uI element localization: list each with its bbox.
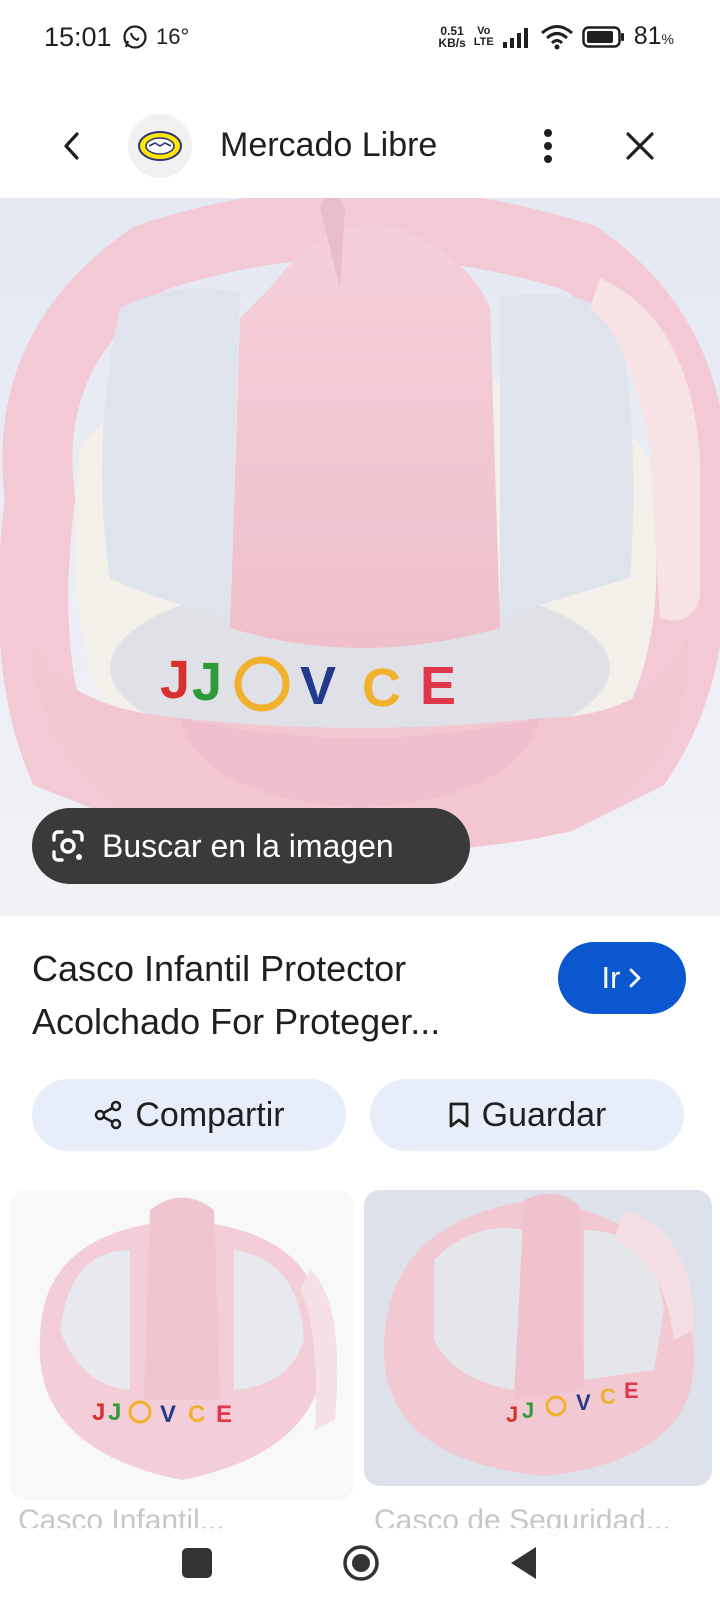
net-speed: 0.51 KB/s [438, 23, 466, 50]
svg-text:C: C [362, 658, 401, 718]
go-button[interactable]: Ir [558, 942, 686, 1014]
temperature: 16° [156, 24, 190, 49]
svg-text:V: V [576, 1390, 591, 1415]
svg-text:E: E [420, 656, 456, 716]
svg-text:J: J [160, 650, 190, 710]
bookmark-icon [449, 1102, 469, 1128]
whatsapp-icon [123, 25, 147, 49]
home-button[interactable] [342, 1544, 380, 1582]
svg-text:E: E [624, 1378, 639, 1403]
go-label: Ir [601, 960, 621, 995]
back-button[interactable] [50, 124, 94, 168]
site-title: Mercado Libre [220, 126, 438, 164]
handshake-logo-icon [138, 131, 182, 161]
signal-icon [502, 27, 528, 48]
svg-text:V: V [300, 656, 336, 716]
status-time: 15:01 [44, 22, 112, 52]
svg-text:V: V [160, 1401, 176, 1428]
header: Mercado Libre [0, 96, 720, 196]
more-vert-icon [544, 129, 552, 163]
chevron-right-icon [630, 968, 641, 988]
save-label: Guardar [481, 1095, 607, 1134]
volte-icon: Vo LTE [473, 24, 494, 48]
related-helmet-image: J J V C E [10, 1190, 354, 1500]
close-button[interactable] [616, 122, 664, 170]
search-in-image-button[interactable]: Buscar en la imagen [32, 808, 470, 884]
battery-percent: 81% [633, 22, 674, 50]
chevron-left-icon [64, 132, 79, 160]
svg-text:J: J [192, 652, 222, 712]
share-label: Compartir [135, 1095, 285, 1134]
recents-button[interactable] [182, 1548, 212, 1578]
google-lens-icon [52, 830, 84, 862]
svg-text:J: J [506, 1402, 518, 1427]
svg-text:C: C [188, 1401, 205, 1428]
battery-icon [581, 25, 624, 48]
save-button[interactable]: Guardar [370, 1079, 684, 1151]
back-nav-button[interactable] [508, 1544, 538, 1582]
share-icon [95, 1100, 122, 1130]
system-nav-bar [0, 1528, 720, 1600]
site-logo [128, 114, 192, 178]
svg-text:J: J [92, 1399, 105, 1426]
search-in-image-label: Buscar en la imagen [102, 827, 394, 864]
related-result-2[interactable]: J J V C E [364, 1190, 712, 1486]
close-icon [626, 132, 654, 160]
more-options-button[interactable] [528, 122, 568, 170]
svg-text:J: J [108, 1399, 121, 1426]
svg-text:E: E [216, 1401, 232, 1428]
related-helmet-image: J J V C E [364, 1190, 712, 1486]
svg-text:C: C [600, 1384, 616, 1409]
svg-text:J: J [522, 1398, 534, 1423]
share-button[interactable]: Compartir [32, 1079, 346, 1151]
related-result-1[interactable]: J J V C E [10, 1190, 354, 1500]
result-title[interactable]: Casco Infantil Protector Acolchado For P… [32, 942, 512, 1048]
wifi-icon [540, 24, 573, 49]
status-bar: 15:01 16° 0.51 KB/s Vo LTE 81% [0, 0, 720, 78]
